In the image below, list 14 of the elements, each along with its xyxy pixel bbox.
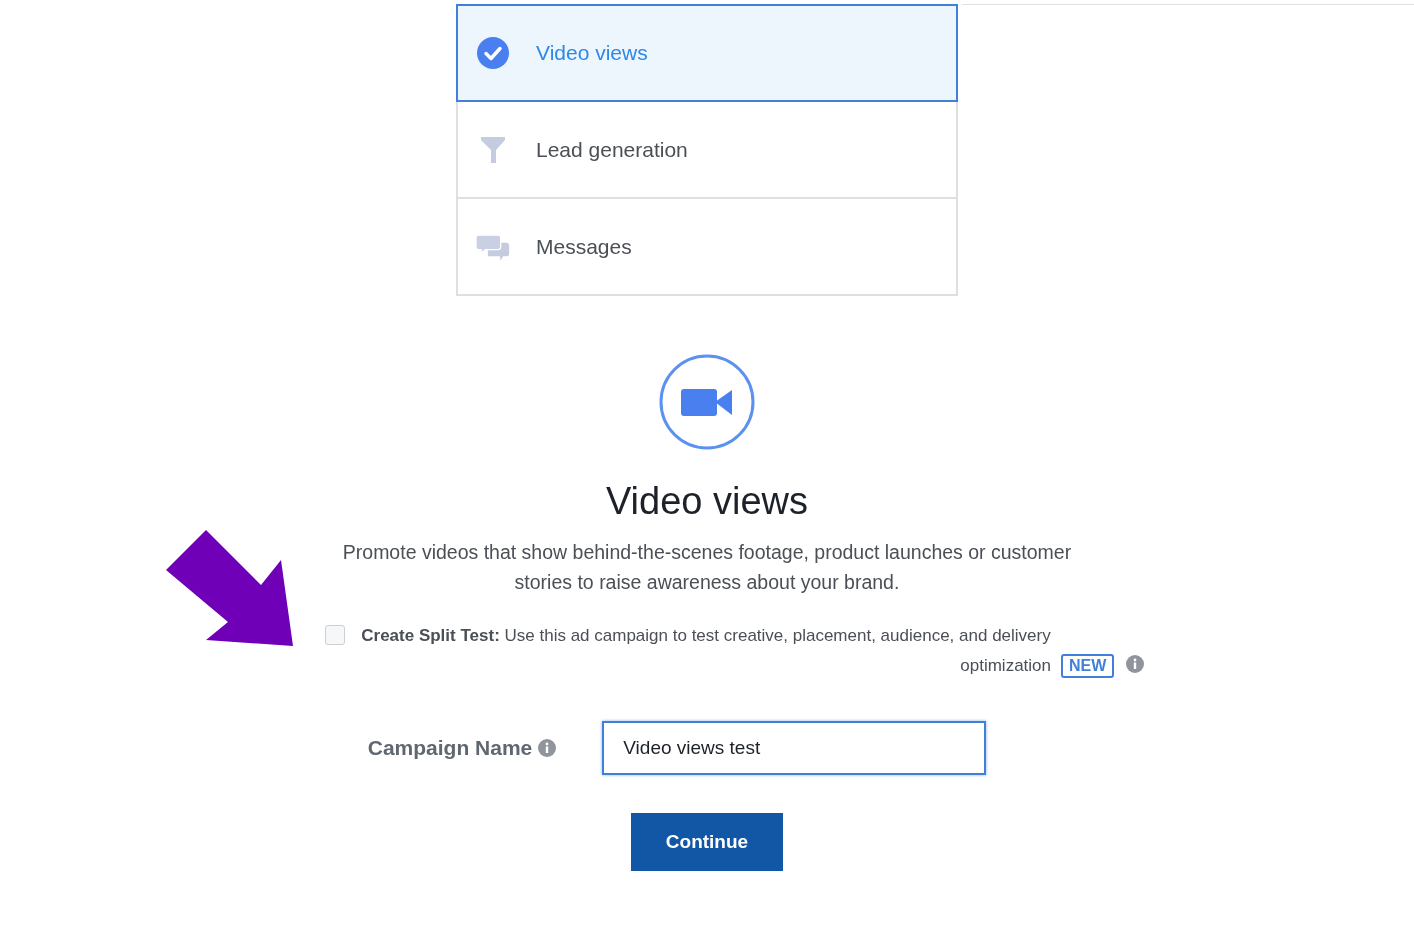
check-circle-icon bbox=[476, 36, 510, 70]
video-camera-icon bbox=[659, 354, 755, 450]
objective-option[interactable]: Messages bbox=[456, 199, 958, 296]
new-badge: NEW bbox=[1061, 654, 1115, 678]
objective-description: Promote videos that show behind-the-scenes footage, product launches or customer stories to raise awareness about your brand. bbox=[341, 540, 1073, 595]
campaign-name-label: Campaign Name bbox=[367, 736, 533, 760]
split-test-checkbox[interactable] bbox=[325, 625, 345, 645]
objective-title: Video views bbox=[605, 480, 809, 523]
objective-option[interactable]: Lead generation bbox=[456, 102, 958, 199]
info-icon[interactable] bbox=[1126, 655, 1145, 673]
continue-button[interactable]: Continue bbox=[631, 813, 783, 871]
split-test-description: Create Split Test: Use this ad campaign to test creative, placement, audience, and delivery optimization bbox=[361, 625, 1051, 677]
info-icon[interactable] bbox=[538, 739, 557, 757]
campaign-name-field[interactable]: Video views test bbox=[602, 721, 987, 775]
